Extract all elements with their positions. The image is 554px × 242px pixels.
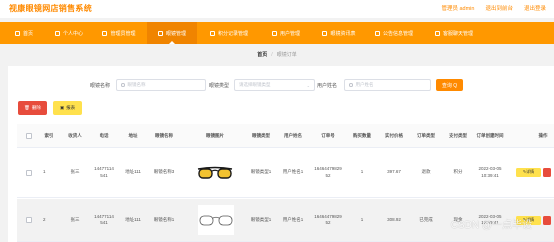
home-icon: [14, 30, 20, 36]
row-delete-button[interactable]: [543, 215, 551, 225]
site-title: 视康眼镜网店销售系统: [9, 4, 92, 13]
table-header: 索引 收货人 电话 地址 眼镜名称 眼镜图片 眼镜类型 用户姓名 订单号 购买数…: [17, 124, 554, 148]
notice-icon: [374, 30, 380, 36]
cell-qty: 1: [360, 169, 364, 175]
cell-receiver: 张三: [70, 216, 80, 222]
header-receiver: 收货人: [68, 133, 82, 138]
table-row: 1 张三 14477114541 地址111 眼镜名称3 眼镜类型1 用户姓名1…: [17, 148, 554, 198]
nav-item-users[interactable]: 用户管理: [262, 22, 310, 44]
nav-item-news[interactable]: 眼镜资讯表: [313, 22, 365, 44]
cell-name: 眼镜名称3: [153, 169, 175, 175]
type-select[interactable]: 请选择眼镜类型 ⌄: [234, 79, 315, 91]
header-pay-type: 支付类型: [449, 133, 467, 138]
header-phone: 电话: [99, 133, 109, 138]
cell-order-no: 1646447982952: [314, 166, 342, 178]
cell-pay-type: 积分: [453, 169, 463, 175]
cell-created: 2022-03-05 10:39:41: [478, 166, 502, 178]
header-user: 用户姓名: [284, 133, 302, 138]
users-icon: [271, 30, 277, 36]
header-address: 地址: [128, 133, 138, 138]
logout-link[interactable]: 退出登录: [524, 4, 546, 12]
news-icon: [322, 30, 328, 36]
cell-receiver: 张三: [70, 169, 80, 175]
row-checkbox[interactable]: [23, 148, 35, 197]
breadcrumb-home[interactable]: 首页: [257, 52, 267, 58]
header-ops: 操作: [538, 133, 548, 138]
header-order-type: 订单类型: [417, 133, 435, 138]
cell-address: 地址111: [125, 216, 141, 222]
detail-button[interactable]: ✎ 详情: [516, 168, 541, 177]
search-button[interactable]: 查询 Q: [436, 79, 463, 91]
main-nav: 首页 个人中心 管理员管理 眼镜管理 积分记录管理 用户管理 眼镜资讯表 公告信…: [0, 22, 554, 44]
top-header: 视康眼镜网店销售系统 管理员 admin 退出到前台 退出登录: [0, 0, 554, 18]
name-label: 眼镜名称: [90, 83, 111, 89]
breadcrumb: 首页 / 眼镜订单: [0, 51, 554, 58]
cell-phone: 14477114541: [94, 166, 114, 178]
cell-order-type: 退款: [421, 169, 431, 175]
cell-phone: 14477114541: [94, 213, 114, 226]
search-icon: [349, 83, 353, 87]
nav-item-glasses[interactable]: 眼镜管理: [147, 22, 197, 44]
cell-ops: ✎ 详情: [516, 148, 554, 197]
cell-name: 眼镜名称1: [153, 216, 175, 222]
nav-item-admin[interactable]: 管理员管理: [93, 22, 145, 44]
nav-item-home[interactable]: 首页: [4, 22, 44, 44]
sunglasses-image: [195, 148, 235, 197]
admin-icon: [102, 30, 108, 36]
trash-icon: 🗑: [24, 105, 30, 110]
type-label: 眼镜类型: [209, 83, 230, 89]
header-type: 眼镜类型: [252, 133, 270, 138]
nav-item-points[interactable]: 积分记录管理: [200, 22, 258, 44]
header-links: 管理员 admin 退出到前台 退出登录: [441, 4, 546, 12]
cell-user: 用户姓名1: [282, 216, 304, 222]
breadcrumb-separator: /: [271, 52, 273, 58]
watermark: CSDN @一点毕设: [450, 220, 532, 231]
cell-user: 用户姓名1: [282, 169, 304, 175]
points-icon: [209, 30, 215, 36]
cell-order-no: 1646447982952: [314, 213, 342, 226]
back-to-frontend-link[interactable]: 退出到前台: [485, 4, 513, 12]
cell-type: 眼镜类型1: [250, 216, 272, 222]
chat-icon: [434, 30, 440, 36]
header-name: 眼镜名称: [155, 133, 173, 138]
cell-address: 地址111: [125, 169, 141, 175]
cell-qty: 1: [360, 216, 364, 222]
delete-button[interactable]: 🗑 删除: [18, 101, 47, 115]
header-created: 订单创建时间: [476, 133, 504, 138]
cell-type: 眼镜类型1: [250, 169, 272, 175]
search-bar: 眼镜名称 眼镜名称 眼镜类型 请选择眼镜类型 ⌄ 用户姓名 用户姓名 查询 Q: [8, 79, 554, 91]
admin-user-link[interactable]: 管理员 admin: [441, 4, 474, 12]
search-icon: [121, 83, 125, 87]
eyeglasses-image: [197, 199, 235, 241]
glasses-icon: [157, 30, 163, 36]
user-label: 用户姓名: [317, 83, 338, 89]
nav-item-profile[interactable]: 个人中心: [44, 22, 94, 44]
user-search-input[interactable]: 用户姓名: [344, 79, 431, 91]
header-index: 索引: [44, 133, 54, 138]
breadcrumb-current: 眼镜订单: [276, 52, 297, 58]
report-button[interactable]: ▣ 报表: [53, 101, 82, 115]
chart-icon: ▣: [59, 105, 65, 110]
cell-order-type: 已完成: [419, 216, 433, 222]
header-price: 实付价格: [385, 133, 403, 138]
nav-item-notice[interactable]: 公告信息管理: [366, 22, 422, 44]
row-delete-button[interactable]: [543, 168, 551, 177]
cell-price: 308.92: [387, 216, 401, 222]
chevron-down-icon: ⌄: [306, 83, 310, 88]
name-search-input[interactable]: 眼镜名称: [116, 79, 206, 91]
cell-index: 1: [43, 169, 46, 175]
select-all-checkbox[interactable]: [23, 124, 35, 148]
nav-item-chat[interactable]: 客服聊天管理: [425, 22, 483, 44]
header-image: 眼镜图片: [206, 133, 224, 138]
cell-price: 397.67: [387, 169, 401, 175]
cell-index: 2: [43, 216, 46, 222]
header-qty: 购买数量: [353, 133, 371, 138]
row-checkbox[interactable]: [23, 199, 35, 241]
user-icon: [54, 30, 60, 36]
header-order-no: 订单号: [321, 133, 335, 138]
